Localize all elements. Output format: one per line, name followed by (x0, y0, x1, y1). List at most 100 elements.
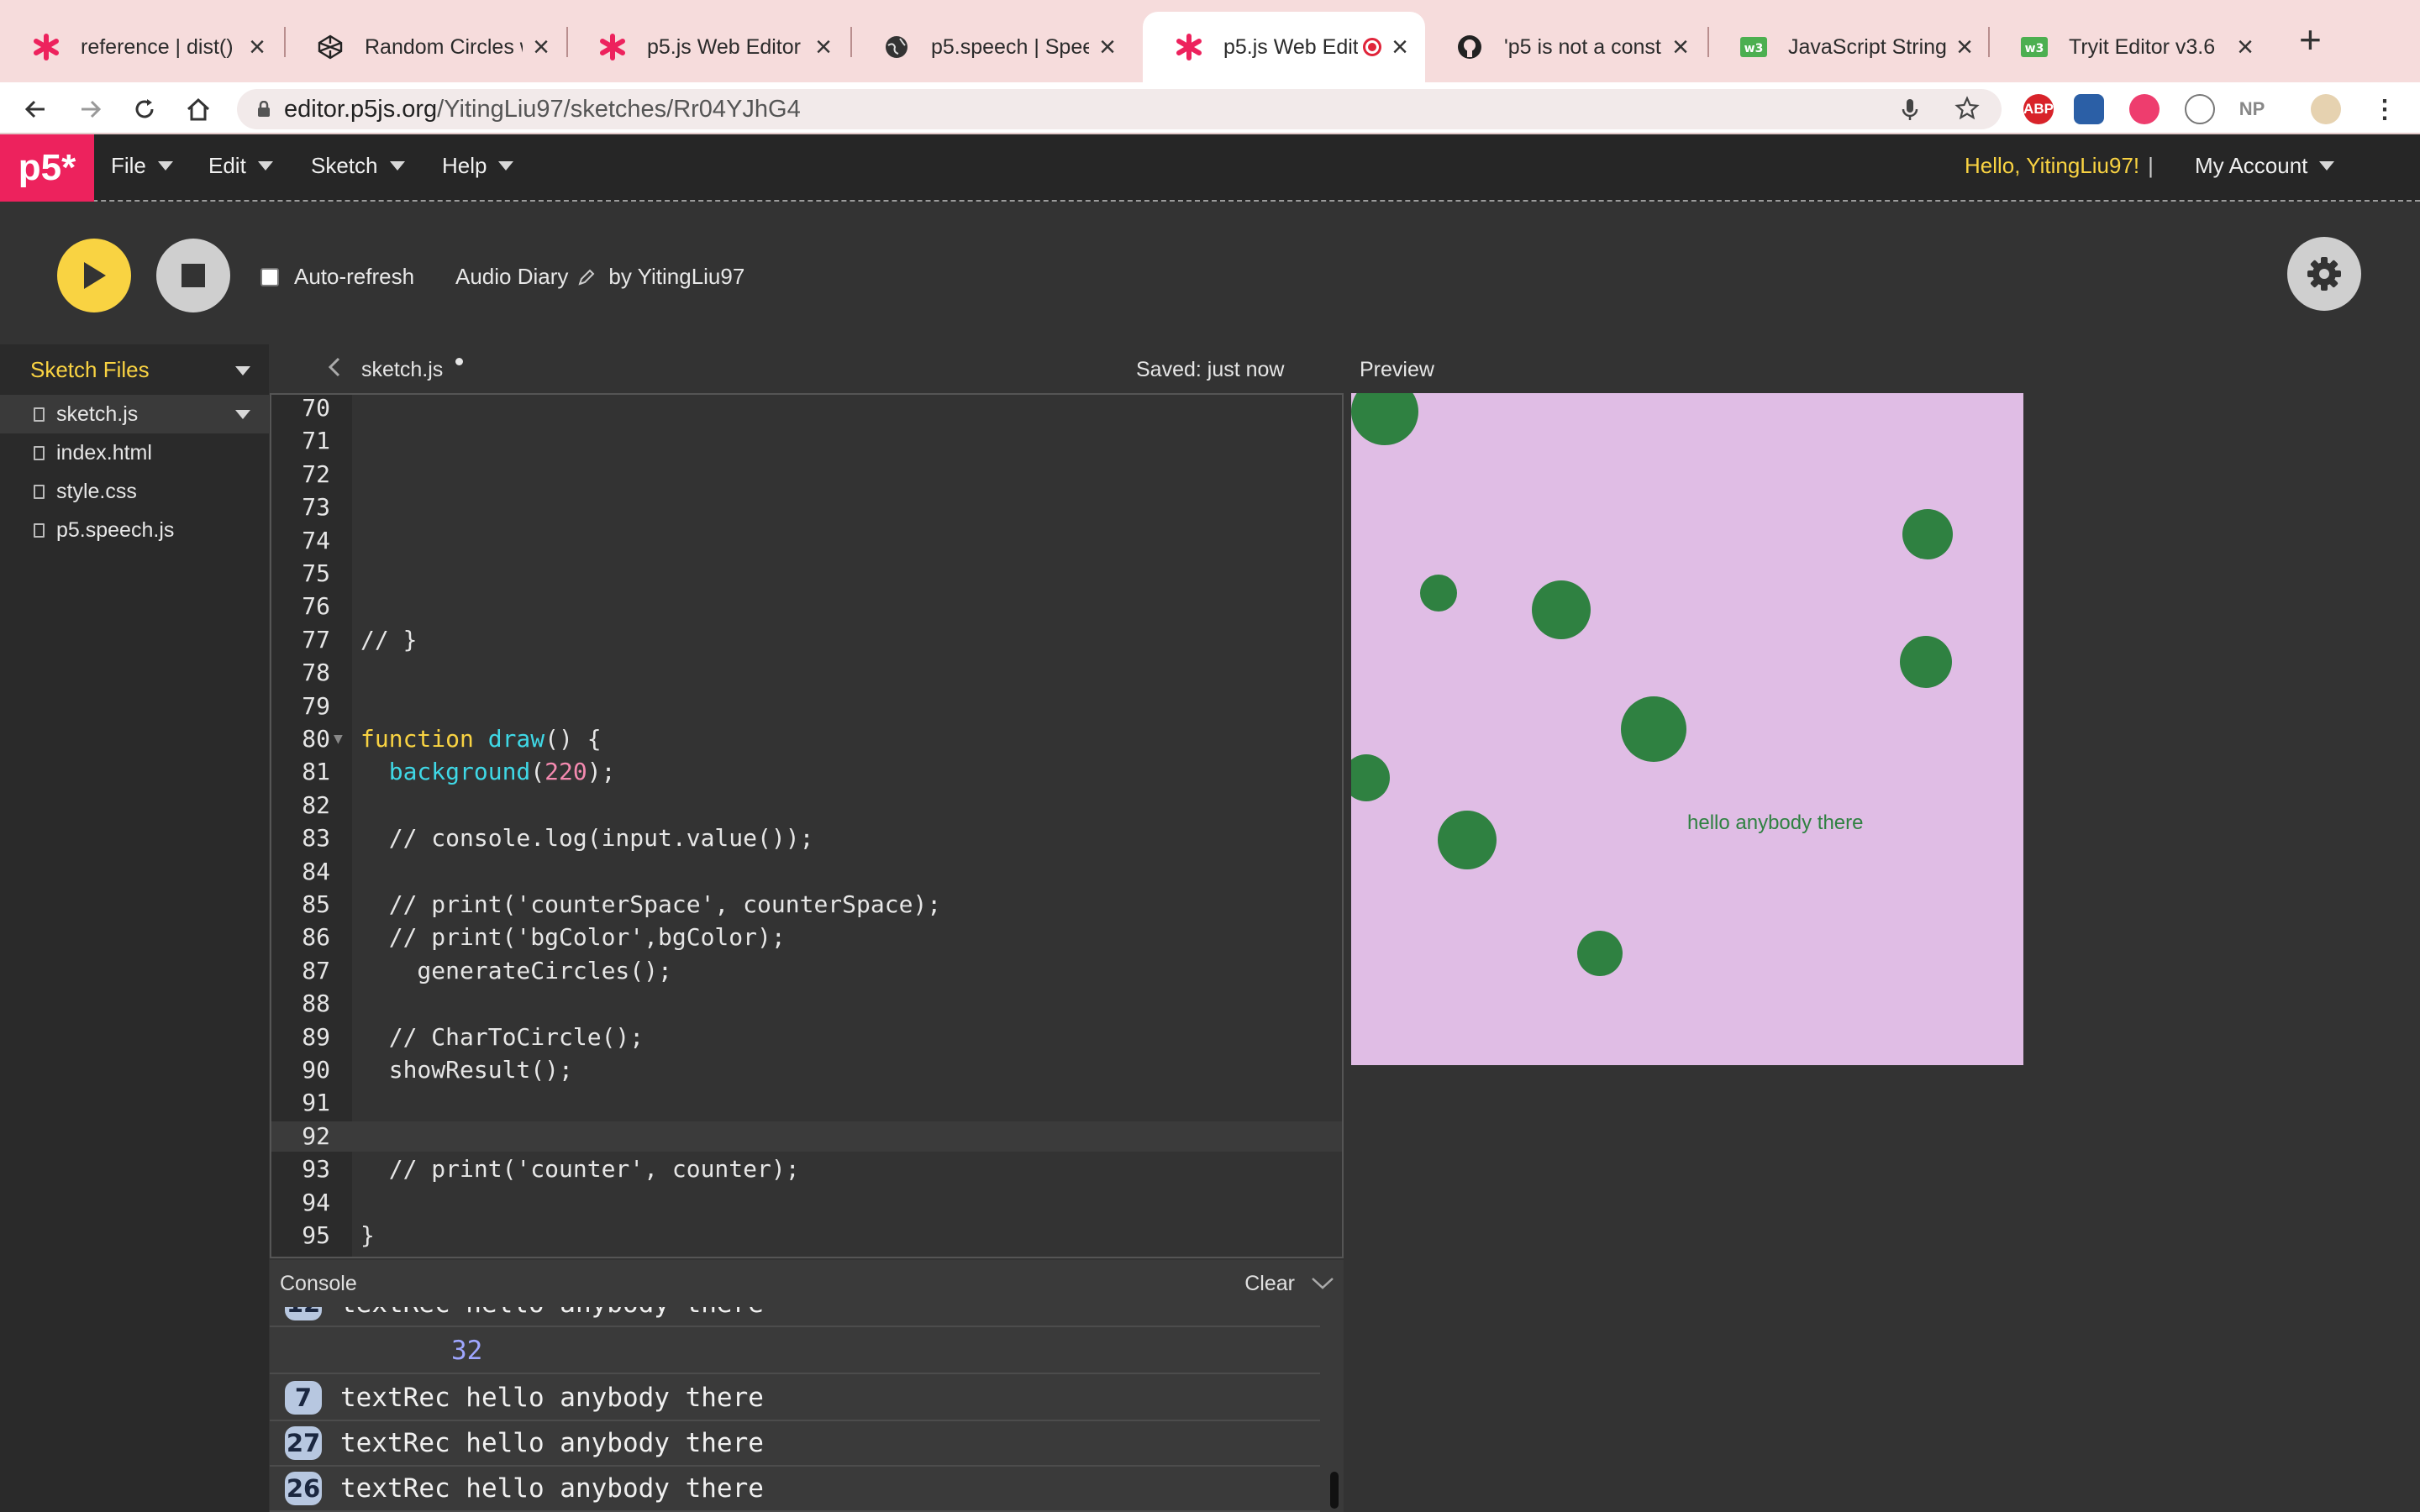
home-button[interactable] (180, 91, 217, 128)
code-line[interactable]: 82 (271, 790, 1342, 821)
code-line[interactable]: 92 (271, 1121, 1342, 1152)
code-line[interactable]: 74 (271, 526, 1342, 556)
stop-button[interactable] (156, 239, 230, 312)
menu-sketch[interactable]: Sketch (311, 153, 405, 179)
tab-separator (850, 27, 852, 57)
menu-file[interactable]: File (111, 153, 173, 179)
code-line[interactable]: 88 (271, 989, 1342, 1019)
browser-tab[interactable]: 'p5 is not a constru × (1423, 12, 1706, 82)
repeat-count-badge: 7 (285, 1381, 322, 1415)
chevron-down-icon[interactable] (235, 410, 250, 419)
code-line[interactable]: 77 // } (271, 625, 1342, 655)
back-button[interactable] (17, 91, 54, 128)
extension-np-icon[interactable]: NP (2237, 94, 2267, 124)
code-line[interactable]: 73 (271, 492, 1342, 522)
adblock-extension-icon[interactable]: ABP (2023, 94, 2054, 124)
browser-tab[interactable]: reference | dist() × (0, 12, 282, 82)
my-account-menu[interactable]: My Account (2195, 153, 2335, 179)
code-line[interactable]: 72 (271, 459, 1342, 490)
console-output[interactable]: 12 textRec hello anybody there 32 7 textRec … (270, 1307, 1344, 1512)
code-line[interactable]: 80 ▼ function draw() { (271, 724, 1342, 754)
code-line[interactable]: 70 (271, 395, 1342, 423)
close-tab-icon[interactable]: × (249, 33, 266, 61)
close-tab-icon[interactable]: × (1099, 33, 1116, 61)
menu-help[interactable]: Help (442, 153, 514, 179)
file-style-css[interactable]: style.css (0, 472, 269, 511)
browser-tab-title: p5.js Web Editor | V (647, 34, 805, 59)
forward-button[interactable] (72, 91, 109, 128)
file-index-html[interactable]: index.html (0, 433, 269, 472)
close-tab-icon[interactable]: × (1392, 33, 1408, 61)
code-line[interactable]: 76 (271, 591, 1342, 622)
extension-pink-icon[interactable] (2129, 94, 2160, 124)
chevron-left-icon[interactable] (326, 356, 343, 378)
code-line[interactable]: 87 generateCircles(); (271, 956, 1342, 986)
tab-separator (1988, 27, 1990, 57)
close-tab-icon[interactable]: × (815, 33, 832, 61)
code-line[interactable]: 83 // console.log(input.value()); (271, 823, 1342, 853)
browser-tab[interactable]: Random Circles wit × (284, 12, 566, 82)
line-number: 72 (302, 459, 330, 488)
line-number: 89 (302, 1022, 330, 1051)
close-tab-icon[interactable]: × (2237, 33, 2254, 61)
console-number: 32 (451, 1336, 483, 1366)
chevron-down-icon (257, 161, 273, 171)
line-number: 77 (302, 625, 330, 654)
code-line[interactable]: 93 // print('counter', counter); (271, 1154, 1342, 1184)
sketch-files-header[interactable]: Sketch Files (0, 344, 269, 395)
code-line[interactable]: 90 showResult(); (271, 1055, 1342, 1085)
code-line[interactable]: 96 (271, 1253, 1342, 1257)
sketch-name[interactable]: Audio Diary by YitingLiu97 (455, 264, 744, 290)
canvas-circle (1532, 580, 1591, 639)
microphone-icon[interactable] (1901, 97, 1919, 129)
code-line[interactable]: 84 (271, 857, 1342, 887)
auto-refresh-checkbox[interactable] (260, 267, 279, 286)
browser-tab[interactable]: p5.js Web Edito × (1143, 12, 1425, 82)
menu-edit[interactable]: Edit (208, 153, 273, 179)
reload-button[interactable] (126, 91, 163, 128)
auto-refresh-toggle[interactable]: Auto-refresh (260, 264, 414, 290)
preview-canvas[interactable]: hello anybody there (1351, 393, 2023, 1065)
chevron-down-icon[interactable] (1310, 1275, 1335, 1292)
code-line[interactable]: 89 // CharToCircle(); (271, 1022, 1342, 1053)
code-line[interactable]: 91 (271, 1088, 1342, 1118)
bookmark-star-icon[interactable] (1954, 96, 1980, 128)
profile-avatar[interactable] (2311, 94, 2341, 124)
extension-circle-icon[interactable] (2185, 94, 2215, 124)
browser-tab[interactable]: p5.speech | Speec × (850, 12, 1133, 82)
browser-tab[interactable]: w3 JavaScript String s × (1707, 12, 1990, 82)
console-clear-button[interactable]: Clear (1244, 1272, 1295, 1296)
p5-logo[interactable]: p5* (0, 134, 94, 202)
close-tab-icon[interactable]: × (1672, 33, 1689, 61)
code-line[interactable]: 71 (271, 426, 1342, 456)
code-line[interactable]: 85 // print('counterSpace', counterSpace… (271, 890, 1342, 920)
code-line[interactable]: 95} (271, 1221, 1342, 1251)
file-p5-speech-js[interactable]: p5.speech.js (0, 511, 269, 549)
code-line[interactable]: 81 background(220); (271, 757, 1342, 787)
sketch-files-title: Sketch Files (30, 356, 150, 382)
play-button[interactable] (57, 239, 131, 312)
browser-menu-icon[interactable]: ⋮ (2370, 94, 2400, 124)
url-field[interactable]: editor.p5js.org/YitingLiu97/sketches/Rr0… (237, 89, 2002, 129)
settings-button[interactable] (2287, 237, 2361, 311)
code-editor[interactable]: // // print('context',context);707172737… (270, 393, 1344, 1258)
extension-blue-icon[interactable] (2074, 94, 2104, 124)
code-line[interactable]: 86 // print('bgColor',bgColor); (271, 922, 1342, 953)
editor-tab-filename[interactable]: sketch.js (361, 358, 443, 382)
canvas-circle (1902, 509, 1953, 559)
code-line[interactable]: 94 (271, 1188, 1342, 1218)
close-tab-icon[interactable]: × (533, 33, 550, 61)
browser-tab[interactable]: p5.js Web Editor | V × (566, 12, 849, 82)
new-tab-button[interactable]: + (2299, 20, 2322, 59)
fold-triangle-icon[interactable]: ▼ (334, 724, 343, 754)
file-sketch-js[interactable]: sketch.js (0, 395, 269, 433)
console-row: 26 textRec hello anybody there (270, 1467, 1320, 1512)
chevron-down-icon[interactable] (235, 366, 250, 375)
close-tab-icon[interactable]: × (1956, 33, 1973, 61)
github-icon (1455, 33, 1484, 61)
code-line[interactable]: 79 (271, 691, 1342, 722)
console-scrollbar[interactable] (1330, 1472, 1339, 1509)
code-line[interactable]: 78 (271, 658, 1342, 688)
browser-tab[interactable]: w3 Tryit Editor v3.6 × (1988, 12, 2270, 82)
code-line[interactable]: 75 (271, 559, 1342, 589)
